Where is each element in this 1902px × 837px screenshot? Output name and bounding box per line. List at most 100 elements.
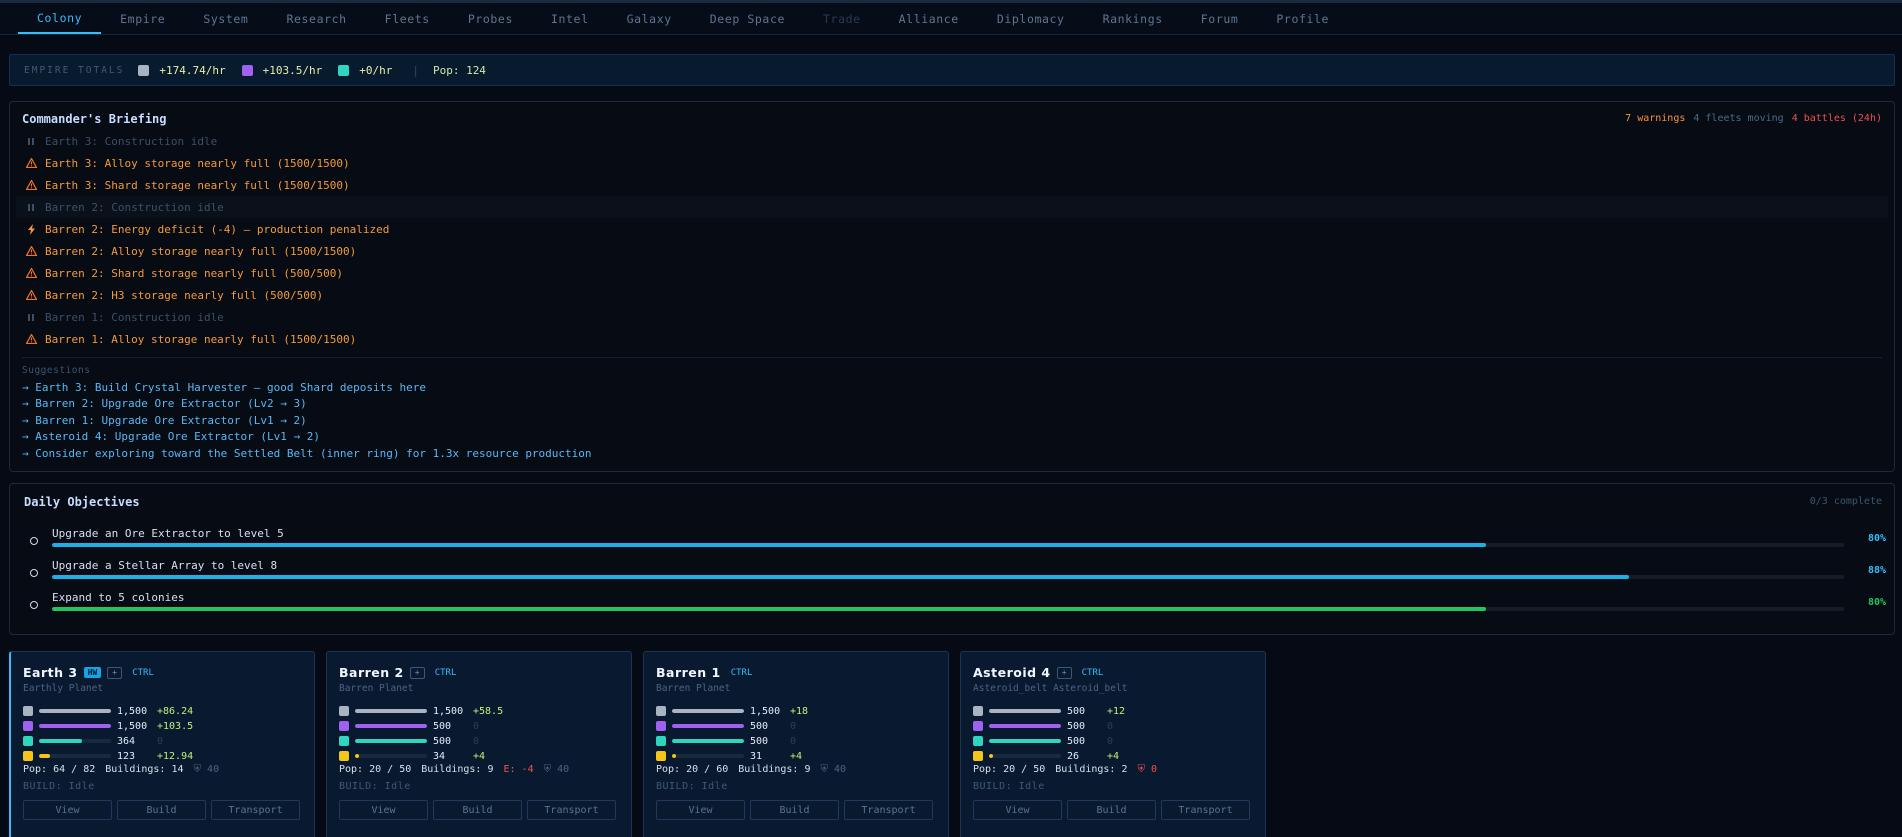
- transport-button[interactable]: Transport: [211, 800, 300, 820]
- objective-text: Upgrade an Ore Extractor to level 5: [52, 527, 284, 540]
- colony-stats: Pop: 20 / 50 Buildings: 2 ⛨ 0: [973, 764, 1157, 775]
- h3-rate: +0/hr: [359, 63, 393, 77]
- resource-rate: 0: [790, 735, 797, 747]
- resource-storage-fill: [39, 754, 50, 758]
- ctrl-badge[interactable]: CTRL: [731, 668, 753, 678]
- suggestion-link[interactable]: → Barren 1: Upgrade Ore Extractor (Lv1 →…: [22, 412, 592, 429]
- objectives-title: Daily Objectives: [24, 495, 140, 509]
- colony-card[interactable]: Barren 2 + CTRL Barren Planet 1,500 +58.5 500 0…: [326, 651, 632, 837]
- tab-system[interactable]: System: [184, 3, 267, 34]
- tab-trade: Trade: [823, 11, 861, 26]
- colony-type: Earthly Planet: [23, 683, 104, 694]
- colony-card-header: Barren 1 CTRL: [656, 665, 752, 680]
- ctrl-badge[interactable]: CTRL: [132, 668, 154, 678]
- tab-diplomacy[interactable]: Diplomacy: [978, 3, 1084, 34]
- card-actions: View Build Transport: [23, 800, 300, 820]
- tab-probes[interactable]: Probes: [449, 3, 532, 34]
- resource-row-h3: 364 0: [23, 735, 163, 747]
- suggestion-link[interactable]: → Barren 2: Upgrade Ore Extractor (Lv2 →…: [22, 396, 592, 413]
- build-button[interactable]: Build: [1067, 800, 1156, 820]
- warning-icon: [20, 334, 42, 344]
- tab-research[interactable]: Research: [267, 3, 365, 34]
- colony-name[interactable]: Barren 2: [339, 665, 404, 680]
- alert-item: Barren 2: Alloy storage nearly full (150…: [16, 240, 1888, 262]
- colony-card[interactable]: Earth 3 HW + CTRL Earthly Planet 1,500 +86.24 1…: [9, 651, 315, 837]
- tab-forum[interactable]: Forum: [1182, 3, 1258, 34]
- view-button[interactable]: View: [339, 800, 428, 820]
- objective-text: Upgrade a Stellar Array to level 8: [52, 559, 278, 572]
- h3-icon: [338, 64, 350, 76]
- resource-rate: 0: [790, 720, 797, 732]
- resource-amount: 34: [433, 750, 446, 762]
- add-icon[interactable]: +: [1056, 666, 1072, 679]
- resource-storage-fill: [672, 739, 744, 743]
- view-button[interactable]: View: [973, 800, 1062, 820]
- tab-alliance[interactable]: Alliance: [880, 3, 978, 34]
- colony-name[interactable]: Asteroid 4: [973, 665, 1051, 680]
- warning-icon: [20, 180, 42, 190]
- resource-storage-bar: [355, 724, 427, 728]
- tab-colony[interactable]: Colony: [18, 3, 102, 34]
- build-button[interactable]: Build: [750, 800, 839, 820]
- resource-rate: 0: [157, 735, 164, 747]
- colony-name[interactable]: Barren 1: [656, 665, 721, 680]
- tab-galaxy[interactable]: Galaxy: [608, 3, 691, 34]
- fleets-moving-count[interactable]: 4 fleets moving: [1693, 113, 1783, 124]
- objective-progress-fill: [52, 543, 1486, 547]
- tab-profile[interactable]: Profile: [1257, 3, 1348, 34]
- battles-count[interactable]: 4 battles (24h): [1792, 113, 1882, 124]
- resource-storage-fill: [39, 709, 111, 713]
- view-button[interactable]: View: [23, 800, 112, 820]
- pause-icon: [20, 203, 42, 212]
- resource-row-ore: 500 +12: [973, 705, 1125, 717]
- ctrl-badge[interactable]: CTRL: [435, 668, 457, 678]
- build-button[interactable]: Build: [433, 800, 522, 820]
- alert-text: Barren 1: Alloy storage nearly full (150…: [45, 332, 357, 346]
- transport-button[interactable]: Transport: [527, 800, 616, 820]
- daily-objectives-panel: Daily Objectives 0/3 complete Upgrade an…: [9, 483, 1895, 635]
- transport-button[interactable]: Transport: [1161, 800, 1250, 820]
- resource-rate: +103.5: [157, 720, 194, 732]
- colony-name[interactable]: Earth 3: [23, 665, 78, 680]
- resource-storage-bar: [39, 754, 111, 758]
- resource-storage-fill: [672, 754, 676, 758]
- colony-buildings: Buildings: 9: [738, 764, 811, 775]
- shard-icon: [973, 721, 983, 731]
- homeworld-badge: HW: [83, 667, 102, 678]
- resource-rate: +4: [473, 750, 486, 762]
- ore-icon: [973, 706, 983, 716]
- tab-rankings[interactable]: Rankings: [1084, 3, 1182, 34]
- transport-button[interactable]: Transport: [844, 800, 933, 820]
- resource-row-energy: 26 +4: [973, 750, 1119, 762]
- shard-rate: +103.5/hr: [262, 63, 323, 77]
- resource-rate: +12: [1107, 705, 1126, 717]
- objectives-count: 0/3 complete: [1809, 496, 1882, 507]
- colony-card[interactable]: Barren 1 CTRL Barren Planet 1,500 +18 500 0 500…: [643, 651, 949, 837]
- suggestion-link[interactable]: → Earth 3: Build Crystal Harvester — goo…: [22, 379, 592, 396]
- add-icon[interactable]: +: [107, 666, 123, 679]
- colony-card[interactable]: Asteroid 4 + CTRL Asteroid_belt Asteroid_be…: [960, 651, 1266, 837]
- build-status: BUILD: Idle: [973, 781, 1045, 792]
- tab-deep-space[interactable]: Deep Space: [691, 3, 804, 34]
- warning-icon: [20, 246, 42, 256]
- suggestion-link[interactable]: → Consider exploring toward the Settled …: [22, 445, 592, 462]
- briefing-title: Commander's Briefing: [22, 112, 167, 126]
- view-button[interactable]: View: [656, 800, 745, 820]
- colony-stats: Pop: 20 / 60 Buildings: 9 ⛨ 40: [656, 764, 846, 775]
- suggestion-link[interactable]: → Asteroid 4: Upgrade Ore Extractor (Lv1…: [22, 429, 592, 446]
- tab-intel[interactable]: Intel: [532, 3, 608, 34]
- tab-fleets[interactable]: Fleets: [366, 3, 449, 34]
- warning-icon: [20, 290, 42, 300]
- add-icon[interactable]: +: [409, 666, 425, 679]
- objective-progress-bar: [52, 607, 1844, 611]
- alert-item: Earth 3: Alloy storage nearly full (1500…: [16, 152, 1888, 174]
- alert-item: Barren 1: Alloy storage nearly full (150…: [16, 328, 1888, 350]
- ctrl-badge[interactable]: CTRL: [1082, 668, 1104, 678]
- resource-storage-fill: [989, 754, 993, 758]
- tab-empire[interactable]: Empire: [101, 3, 184, 34]
- colony-pop: Pop: 20 / 50: [973, 764, 1046, 775]
- resource-row-energy: 34 +4: [339, 750, 485, 762]
- warnings-count[interactable]: 7 warnings: [1625, 113, 1685, 124]
- build-button[interactable]: Build: [117, 800, 206, 820]
- resource-row-shard: 1,500 +103.5: [23, 720, 193, 732]
